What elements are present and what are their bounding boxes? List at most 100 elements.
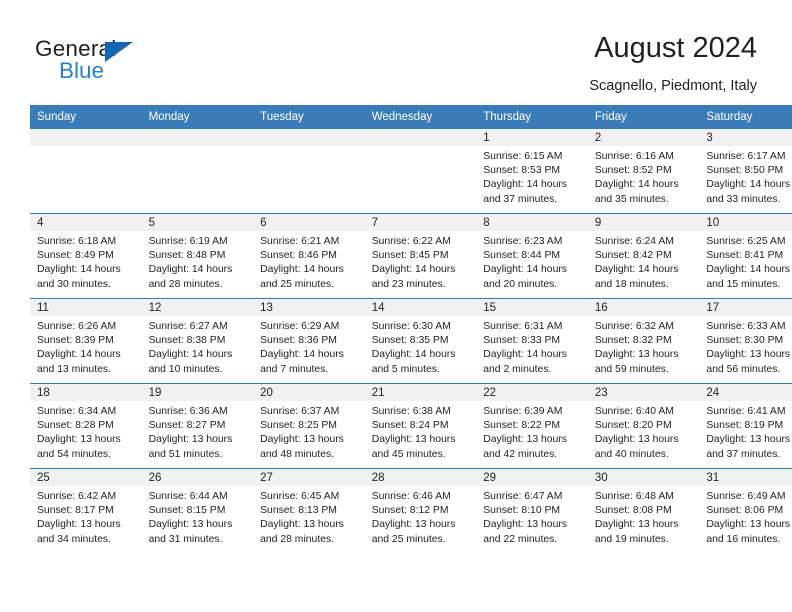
day-number: 8 <box>476 214 588 231</box>
calendar-day-cell[interactable]: 23 Sunrise: 6:40 AM Sunset: 8:20 PM Dayligh… <box>587 383 700 469</box>
sunrise-text: Sunrise: 6:16 AM <box>594 151 674 162</box>
day-cell-content: 15 Sunrise: 6:31 AM Sunset: 8:33 PM Dayligh… <box>476 299 588 383</box>
calendar-header-row: Sunday Monday Tuesday Wednesday Thursday… <box>30 105 792 129</box>
sunrise-text: Sunrise: 6:22 AM <box>371 236 451 247</box>
calendar-day-cell[interactable]: 8 Sunrise: 6:23 AM Sunset: 8:44 PM Daylight… <box>476 213 588 299</box>
day-cell-content <box>364 129 477 213</box>
daylight-text-line1: Daylight: 14 hours <box>483 179 567 191</box>
sunrise-text: Sunrise: 6:32 AM <box>594 321 674 332</box>
calendar-day-cell[interactable]: 10 Sunrise: 6:25 AM Sunset: 8:41 PM Dayligh… <box>699 213 792 299</box>
daylight-text-line1: Daylight: 13 hours <box>371 519 456 531</box>
calendar-day-cell[interactable]: 14 Sunrise: 6:30 AM Sunset: 8:35 PM Dayligh… <box>364 298 477 384</box>
sunset-text: Sunset: 8:27 PM <box>148 420 226 432</box>
daylight-text-line1: Daylight: 14 hours <box>260 349 344 361</box>
day-number <box>30 129 142 146</box>
daylight-text-line2: and 37 minutes. <box>483 193 558 205</box>
calendar-day-cell[interactable]: 11 Sunrise: 6:26 AM Sunset: 8:39 PM Dayligh… <box>30 298 142 384</box>
calendar-day-cell[interactable]: 6 Sunrise: 6:21 AM Sunset: 8:46 PM Daylight… <box>253 213 365 299</box>
calendar-day-cell[interactable]: 24 Sunrise: 6:41 AM Sunset: 8:19 PM Dayligh… <box>699 383 792 469</box>
calendar-day-cell[interactable]: 21 Sunrise: 6:38 AM Sunset: 8:24 PM Dayligh… <box>364 383 477 469</box>
sunrise-text: Sunrise: 6:18 AM <box>37 236 117 247</box>
sunset-text: Sunset: 8:22 PM <box>483 420 561 432</box>
daylight-text-line2: and 48 minutes. <box>260 448 335 460</box>
daylight-text-line2: and 42 minutes. <box>483 448 558 460</box>
calendar-day-cell[interactable]: 29 Sunrise: 6:47 AM Sunset: 8:10 PM Dayligh… <box>476 468 588 553</box>
calendar-day-cell[interactable]: 16 Sunrise: 6:32 AM Sunset: 8:32 PM Dayligh… <box>587 298 700 384</box>
calendar-week-row: 1 Sunrise: 6:15 AM Sunset: 8:53 PM Daylight… <box>30 129 792 214</box>
day-details: Sunrise: 6:21 AM Sunset: 8:46 PM Daylight:… <box>253 231 365 292</box>
daylight-text-line2: and 59 minutes. <box>594 363 669 375</box>
day-number: 9 <box>587 214 700 231</box>
daylight-text-line1: Daylight: 13 hours <box>706 434 791 446</box>
day-cell-content: 31 Sunrise: 6:49 AM Sunset: 8:06 PM Dayligh… <box>699 469 792 553</box>
calendar-day-cell[interactable]: 20 Sunrise: 6:37 AM Sunset: 8:25 PM Dayligh… <box>253 383 365 469</box>
daylight-text-line2: and 15 minutes. <box>706 278 781 290</box>
calendar-day-cell[interactable]: 12 Sunrise: 6:27 AM Sunset: 8:38 PM Dayligh… <box>141 298 254 384</box>
calendar-day-cell[interactable]: 28 Sunrise: 6:46 AM Sunset: 8:12 PM Dayligh… <box>364 468 477 553</box>
day-cell-content: 25 Sunrise: 6:42 AM Sunset: 8:17 PM Dayligh… <box>30 469 142 553</box>
sunset-text: Sunset: 8:36 PM <box>260 335 337 347</box>
sunrise-text: Sunrise: 6:21 AM <box>260 236 340 247</box>
day-details: Sunrise: 6:44 AM Sunset: 8:15 PM Daylight:… <box>142 486 254 547</box>
day-details: Sunrise: 6:30 AM Sunset: 8:35 PM Daylight:… <box>365 316 477 377</box>
calendar-day-cell[interactable]: 22 Sunrise: 6:39 AM Sunset: 8:22 PM Dayligh… <box>476 383 588 469</box>
calendar-day-cell[interactable]: 31 Sunrise: 6:49 AM Sunset: 8:06 PM Dayligh… <box>699 468 792 553</box>
sunrise-text: Sunrise: 6:33 AM <box>706 321 786 332</box>
calendar-day-cell[interactable]: 17 Sunrise: 6:33 AM Sunset: 8:30 PM Dayligh… <box>699 298 792 384</box>
sunrise-text: Sunrise: 6:17 AM <box>706 151 786 162</box>
calendar-day-cell[interactable]: 2 Sunrise: 6:16 AM Sunset: 8:52 PM Daylight… <box>587 129 700 214</box>
daylight-text-line1: Daylight: 13 hours <box>260 434 344 446</box>
sunset-text: Sunset: 8:49 PM <box>37 250 114 262</box>
calendar-day-cell[interactable]: 19 Sunrise: 6:36 AM Sunset: 8:27 PM Dayligh… <box>141 383 254 469</box>
day-cell-content: 2 Sunrise: 6:16 AM Sunset: 8:52 PM Daylight… <box>587 129 700 213</box>
day-number: 6 <box>253 214 365 231</box>
calendar-week-row: 4 Sunrise: 6:18 AM Sunset: 8:49 PM Daylight… <box>30 213 792 299</box>
calendar-day-cell[interactable]: 15 Sunrise: 6:31 AM Sunset: 8:33 PM Dayligh… <box>476 298 588 384</box>
daylight-text-line1: Daylight: 14 hours <box>594 179 679 191</box>
calendar-day-cell[interactable]: 13 Sunrise: 6:29 AM Sunset: 8:36 PM Dayligh… <box>253 298 365 384</box>
day-number: 24 <box>699 384 792 401</box>
weekday-header-sunday: Sunday <box>30 105 142 129</box>
daylight-text-line1: Daylight: 14 hours <box>148 264 233 276</box>
sunrise-text: Sunrise: 6:47 AM <box>483 491 563 502</box>
calendar-day-cell[interactable]: 7 Sunrise: 6:22 AM Sunset: 8:45 PM Daylight… <box>364 213 477 299</box>
calendar-body: 1 Sunrise: 6:15 AM Sunset: 8:53 PM Daylight… <box>30 129 792 553</box>
calendar-day-cell[interactable]: 18 Sunrise: 6:34 AM Sunset: 8:28 PM Dayligh… <box>30 383 142 469</box>
calendar-empty-cell <box>364 129 477 214</box>
sunset-text: Sunset: 8:32 PM <box>594 335 672 347</box>
sunset-text: Sunset: 8:15 PM <box>148 505 226 517</box>
calendar-day-cell[interactable]: 5 Sunrise: 6:19 AM Sunset: 8:48 PM Daylight… <box>141 213 254 299</box>
day-cell-content <box>30 129 142 213</box>
sunset-text: Sunset: 8:42 PM <box>594 250 672 262</box>
calendar-day-cell[interactable]: 4 Sunrise: 6:18 AM Sunset: 8:49 PM Daylight… <box>30 213 142 299</box>
day-details: Sunrise: 6:45 AM Sunset: 8:13 PM Daylight:… <box>253 486 365 547</box>
calendar-day-cell[interactable]: 3 Sunrise: 6:17 AM Sunset: 8:50 PM Daylight… <box>699 129 792 214</box>
day-number: 27 <box>253 469 365 486</box>
sunset-text: Sunset: 8:30 PM <box>706 335 784 347</box>
sunset-text: Sunset: 8:35 PM <box>371 335 449 347</box>
daylight-text-line1: Daylight: 14 hours <box>706 264 791 276</box>
daylight-text-line2: and 20 minutes. <box>483 278 558 290</box>
day-number: 23 <box>587 384 700 401</box>
day-number: 3 <box>699 129 792 146</box>
calendar-day-cell[interactable]: 25 Sunrise: 6:42 AM Sunset: 8:17 PM Dayligh… <box>30 468 142 553</box>
sunrise-text: Sunrise: 6:39 AM <box>483 406 563 417</box>
day-cell-content: 9 Sunrise: 6:24 AM Sunset: 8:42 PM Daylight… <box>587 214 700 298</box>
general-blue-logo[interactable]: General Blue <box>35 36 235 88</box>
weekday-header-saturday: Saturday <box>699 105 792 129</box>
weekday-header-tuesday: Tuesday <box>253 105 365 129</box>
day-cell-content: 14 Sunrise: 6:30 AM Sunset: 8:35 PM Dayligh… <box>364 299 477 383</box>
day-details: Sunrise: 6:23 AM Sunset: 8:44 PM Daylight:… <box>476 231 588 292</box>
triangle-icon <box>105 42 133 62</box>
daylight-text-line2: and 13 minutes. <box>37 363 111 375</box>
sunset-text: Sunset: 8:12 PM <box>371 505 449 517</box>
daylight-text-line2: and 25 minutes. <box>260 278 335 290</box>
calendar-day-cell[interactable]: 9 Sunrise: 6:24 AM Sunset: 8:42 PM Daylight… <box>587 213 700 299</box>
calendar-day-cell[interactable]: 1 Sunrise: 6:15 AM Sunset: 8:53 PM Daylight… <box>476 129 588 214</box>
calendar-day-cell[interactable]: 27 Sunrise: 6:45 AM Sunset: 8:13 PM Dayligh… <box>253 468 365 553</box>
day-number: 28 <box>364 469 477 486</box>
daylight-text-line1: Daylight: 13 hours <box>37 434 121 446</box>
sunset-text: Sunset: 8:17 PM <box>37 505 114 517</box>
calendar-day-cell[interactable]: 30 Sunrise: 6:48 AM Sunset: 8:08 PM Dayligh… <box>587 468 700 553</box>
calendar-day-cell[interactable]: 26 Sunrise: 6:44 AM Sunset: 8:15 PM Dayligh… <box>141 468 254 553</box>
